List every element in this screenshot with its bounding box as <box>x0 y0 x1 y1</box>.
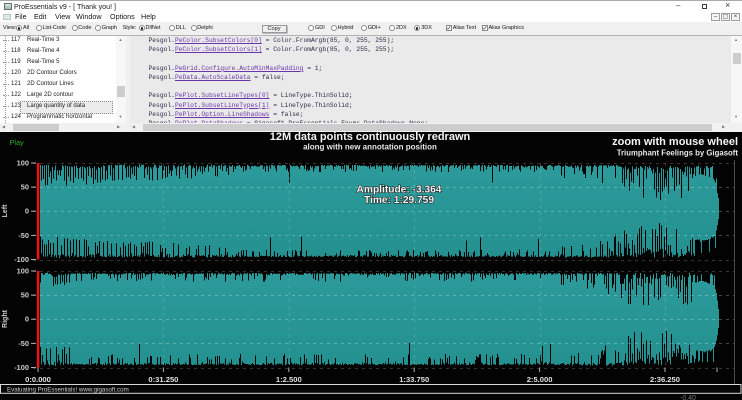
svg-text:-50: -50 <box>18 339 29 348</box>
svg-text:-0.40: -0.40 <box>680 395 696 400</box>
svg-text:1:33.750: 1:33.750 <box>399 375 429 384</box>
svg-text:100: 100 <box>17 266 29 275</box>
svg-text:-100: -100 <box>14 363 29 372</box>
svg-text:Triumphant Feelings by Gigasof: Triumphant Feelings by Gigasoft <box>617 149 739 158</box>
svg-text:Right: Right <box>2 309 9 328</box>
svg-text:50: 50 <box>21 291 29 300</box>
svg-text:Play: Play <box>10 138 25 147</box>
svg-text:along with new annotation posi: along with new annotation position <box>303 142 437 151</box>
svg-text:-100: -100 <box>14 255 29 264</box>
svg-text:Evaluating ProEssentials! www.: Evaluating ProEssentials! www.gigasoft.c… <box>7 387 129 394</box>
svg-text:Time: 1:29.759: Time: 1:29.759 <box>364 195 434 206</box>
svg-text:0:31.250: 0:31.250 <box>148 375 178 384</box>
svg-text:0: 0 <box>25 315 29 324</box>
svg-text:2:5.000: 2:5.000 <box>527 375 553 384</box>
svg-text:50: 50 <box>21 183 29 192</box>
svg-text:zoom with mouse wheel: zoom with mouse wheel <box>612 136 738 148</box>
svg-text:0:0.000: 0:0.000 <box>25 375 51 384</box>
svg-text:0: 0 <box>25 207 29 216</box>
svg-text:100: 100 <box>17 158 29 167</box>
svg-text:1:2.500: 1:2.500 <box>276 375 302 384</box>
svg-text:-50: -50 <box>18 231 29 240</box>
svg-text:2:36.250: 2:36.250 <box>650 375 680 384</box>
svg-text:Amplitude: -3.364: Amplitude: -3.364 <box>357 185 442 196</box>
svg-text:Left: Left <box>2 204 9 218</box>
